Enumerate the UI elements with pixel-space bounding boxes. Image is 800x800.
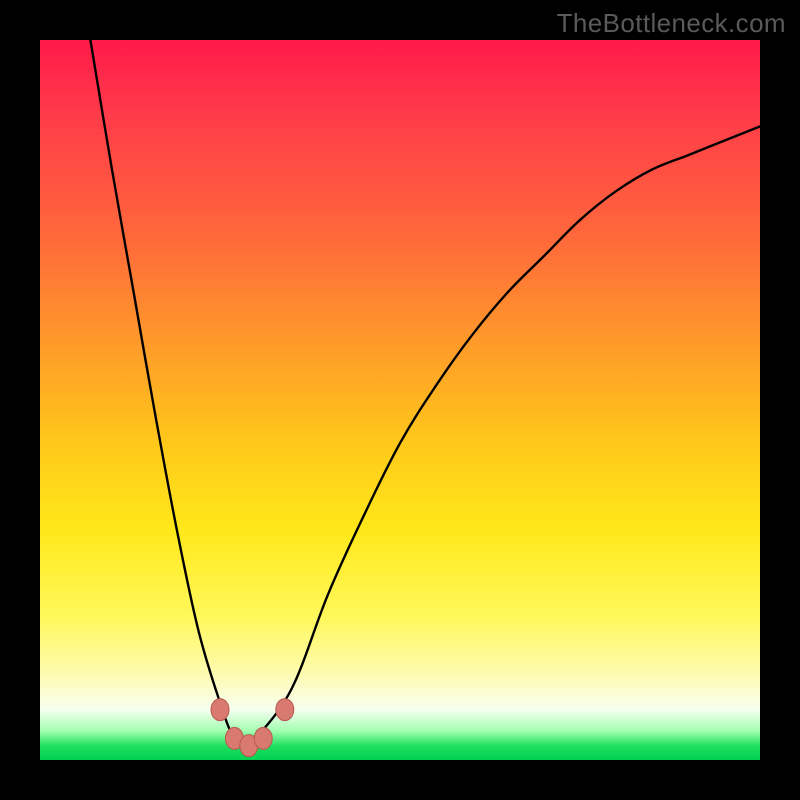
curve-layer — [40, 40, 760, 760]
marker-group — [211, 699, 294, 757]
bottleneck-curve — [90, 40, 760, 746]
chart-frame: TheBottleneck.com — [0, 0, 800, 800]
watermark-text: TheBottleneck.com — [557, 8, 786, 39]
right-min-marker — [276, 699, 294, 721]
trough-marker-3 — [254, 727, 272, 749]
plot-area — [40, 40, 760, 760]
left-min-marker — [211, 699, 229, 721]
